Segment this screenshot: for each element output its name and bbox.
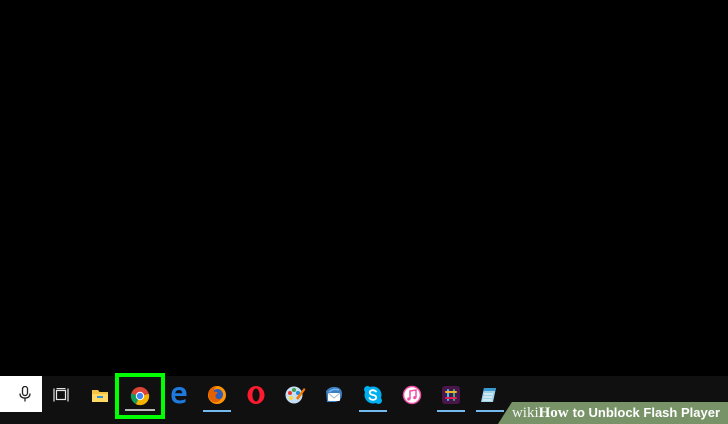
taskbar-file-explorer[interactable]: [82, 378, 118, 412]
running-indicator: [437, 410, 465, 412]
task-view-button[interactable]: [43, 378, 79, 412]
folder-icon: [92, 390, 108, 402]
taskbar-slack[interactable]: [433, 378, 469, 412]
taskbar-thunderbird[interactable]: [316, 378, 352, 412]
taskbar-opera[interactable]: [238, 378, 274, 412]
chrome-icon: [130, 387, 150, 406]
taskbar-google-chrome[interactable]: [115, 373, 165, 419]
taskbar-firefox[interactable]: [199, 378, 235, 412]
taskbar-itunes[interactable]: [394, 378, 430, 412]
desktop-background: [0, 0, 728, 376]
watermark-how: How: [538, 405, 569, 421]
taskbar-microsoft-edge[interactable]: [161, 378, 197, 412]
running-indicator: [359, 410, 387, 412]
taskbar-notepad[interactable]: [472, 378, 508, 412]
paint-icon: [285, 386, 306, 404]
slack-icon: [442, 386, 460, 404]
watermark-title: to Unblock Flash Player: [572, 405, 720, 420]
edge-icon: [171, 387, 187, 404]
running-indicator: [125, 409, 155, 411]
watermark-wiki: wiki: [511, 405, 539, 421]
wikihow-watermark: wikiHow to Unblock Flash Player: [497, 402, 728, 424]
task-view-icon: [53, 388, 69, 402]
skype-icon: [364, 386, 382, 404]
screen: wikiHow to Unblock Flash Player: [0, 0, 728, 424]
opera-icon: [247, 386, 265, 404]
itunes-icon: [402, 385, 422, 405]
running-indicator: [476, 410, 504, 412]
taskbar-skype[interactable]: [355, 378, 391, 412]
taskbar-paint-net[interactable]: [277, 378, 313, 412]
thunderbird-icon: [326, 386, 342, 402]
running-indicator: [203, 410, 231, 412]
microphone-icon[interactable]: [18, 386, 32, 402]
notepad-icon: [481, 388, 496, 402]
taskbar-search-box[interactable]: [0, 376, 42, 412]
firefox-icon: [208, 386, 226, 404]
